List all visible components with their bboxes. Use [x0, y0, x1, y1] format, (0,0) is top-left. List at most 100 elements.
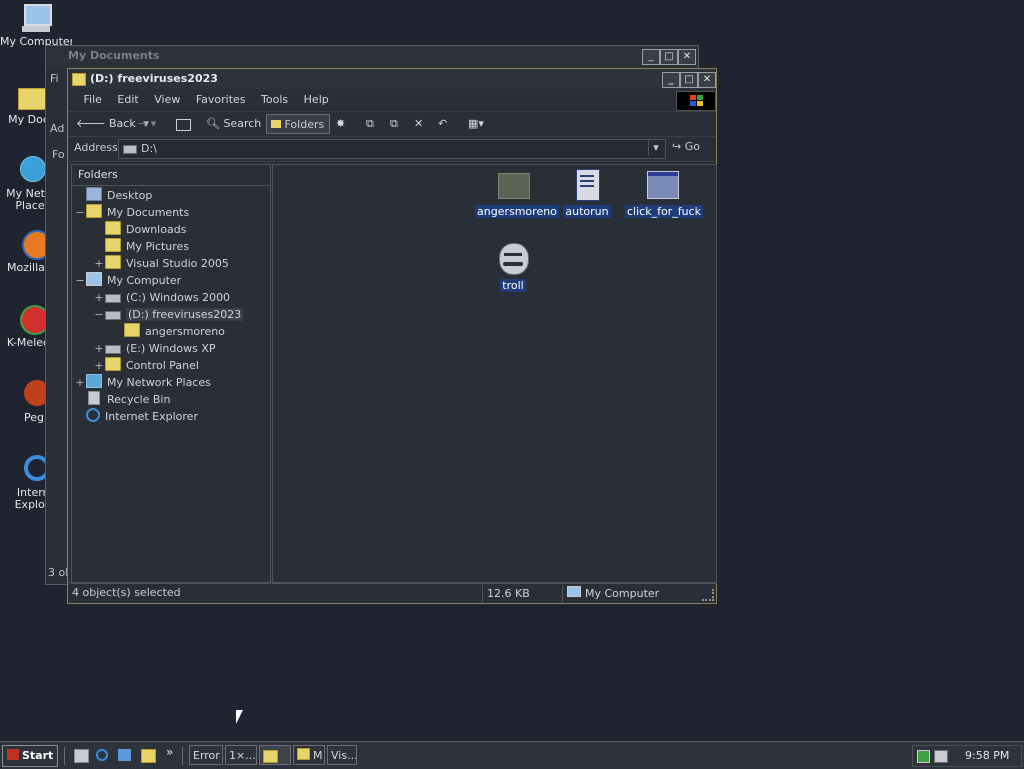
bg-close-button[interactable]: ✕: [678, 49, 696, 65]
explorer-window[interactable]: (D:) freeviruses2023 _ □ ✕ File Edit Vie…: [67, 68, 717, 604]
quicklaunch-chevron[interactable]: »: [166, 745, 173, 759]
menu-edit[interactable]: Edit: [111, 89, 144, 111]
delete-button[interactable]: ✕: [414, 114, 423, 134]
expander[interactable]: +: [93, 340, 105, 357]
menu-favorites[interactable]: Favorites: [190, 89, 252, 111]
undo-button[interactable]: ↶: [438, 114, 447, 134]
folder-icon: [105, 221, 121, 235]
history-button[interactable]: ✸: [336, 114, 345, 134]
go-button[interactable]: ↪ Go: [672, 140, 700, 153]
file-item[interactable]: angersmoreno: [475, 169, 559, 218]
files-pane[interactable]: angersmoreno autorun click_for_fuck trol…: [272, 164, 717, 584]
file-item[interactable]: autorun: [549, 169, 625, 218]
move-to-button[interactable]: ⧉: [366, 114, 374, 134]
bg-maximize-button[interactable]: □: [660, 49, 678, 65]
cd-drive-icon: [105, 311, 121, 320]
tray-network-icon[interactable]: [934, 750, 948, 763]
tree-item-visual-studio-2005[interactable]: + Visual Studio 2005: [93, 255, 229, 272]
task-window-2[interactable]: 1×...: [225, 745, 257, 765]
search-button[interactable]: 🔍︎ Search: [206, 114, 261, 134]
history-icon: ✸: [336, 117, 346, 130]
desktop-icon-my-computer[interactable]: My Computer: [0, 2, 72, 48]
explorer-window-icon: [72, 73, 86, 86]
bg-menu-fragment: Fi: [50, 72, 59, 85]
close-button[interactable]: ✕: [698, 72, 716, 88]
move-to-icon: ⧉: [366, 117, 374, 130]
menu-tools[interactable]: Tools: [255, 89, 294, 111]
views-button[interactable]: ▦▾: [468, 114, 484, 134]
resize-grip[interactable]: [702, 589, 714, 601]
task-visual-studio[interactable]: Vis...: [327, 745, 357, 765]
quicklaunch-explorer-icon[interactable]: [141, 749, 156, 763]
computer-icon: [20, 2, 52, 34]
tree-item-control-panel[interactable]: + Control Panel: [93, 357, 199, 374]
file-item[interactable]: click_for_fuck: [625, 169, 703, 218]
maximize-button[interactable]: □: [680, 72, 698, 88]
folder-icon: [16, 80, 48, 112]
computer-icon: [567, 586, 581, 597]
tree-item-desktop[interactable]: Desktop: [74, 187, 152, 204]
troll-face-icon: [497, 243, 529, 275]
tree-item-internet-explorer[interactable]: Internet Explorer: [74, 408, 198, 425]
quicklaunch-show-desktop-icon[interactable]: [74, 749, 89, 763]
clock[interactable]: 9:58 PM: [965, 746, 1009, 766]
menu-file[interactable]: File: [78, 89, 108, 111]
menu-help[interactable]: Help: [298, 89, 335, 111]
expander[interactable]: +: [93, 255, 105, 272]
my-documents-title: My Documents: [46, 46, 698, 66]
bg-minimize-button[interactable]: _: [642, 49, 660, 65]
status-size: 12.6 KB: [482, 585, 559, 602]
drive-icon: [123, 145, 137, 154]
expander[interactable]: −: [74, 204, 86, 221]
task-error[interactable]: Error: [189, 745, 223, 765]
folders-button[interactable]: Folders: [266, 114, 330, 134]
tree-item-d-drive[interactable]: − (D:) freeviruses2023: [93, 306, 244, 323]
tree-item-my-documents[interactable]: − My Documents: [74, 204, 189, 221]
views-grid-icon: ▦▾: [468, 117, 484, 130]
address-input[interactable]: D:\: [118, 139, 666, 159]
expander[interactable]: +: [93, 289, 105, 306]
start-button[interactable]: Start: [2, 745, 58, 767]
quicklaunch-outlook-icon[interactable]: [118, 749, 131, 761]
file-item[interactable]: troll: [475, 243, 551, 292]
taskbar: Start » Error 1×... M Vis... 9:58 PM: [0, 741, 1024, 769]
drive-icon: [105, 345, 121, 354]
tree-item-angersmoreno[interactable]: angersmoreno: [112, 323, 225, 340]
tree-item-my-computer[interactable]: − My Computer: [74, 272, 181, 289]
window-title: (D:) freeviruses2023: [90, 72, 218, 85]
quicklaunch-internet-explorer-icon[interactable]: [96, 749, 108, 761]
tree-item-e-drive[interactable]: + (E:) Windows XP: [93, 340, 215, 357]
title-bar[interactable]: (D:) freeviruses2023 _ □ ✕: [68, 69, 716, 89]
copy-to-button[interactable]: ⧉: [390, 114, 398, 134]
folders-pane[interactable]: Folders Desktop − My Documents Downloads …: [71, 164, 271, 584]
internet-explorer-icon: [86, 408, 100, 422]
expander[interactable]: +: [74, 374, 86, 391]
tray-app-icon[interactable]: [917, 750, 930, 763]
forward-button[interactable]: → ▾: [138, 114, 156, 134]
address-dropdown-button[interactable]: ▾: [648, 140, 663, 156]
tree-item-recycle-bin[interactable]: Recycle Bin: [74, 391, 170, 408]
task-my-documents[interactable]: M: [293, 745, 325, 765]
minimize-button[interactable]: _: [662, 72, 680, 88]
address-label: Address: [74, 141, 118, 154]
bg-address-fragment: Ad: [50, 122, 65, 135]
tree-item-my-network-places[interactable]: + My Network Places: [74, 374, 211, 391]
up-folder-button[interactable]: [176, 114, 191, 134]
folders-icon: [271, 120, 281, 128]
back-arrow-icon: 🡐: [76, 117, 106, 130]
task-explorer-active[interactable]: [259, 745, 291, 765]
tree-item-downloads[interactable]: Downloads: [93, 221, 186, 238]
menu-view[interactable]: View: [148, 89, 186, 111]
expander[interactable]: −: [93, 306, 105, 323]
folder-icon: [105, 255, 121, 269]
folders-pane-header: Folders: [72, 165, 270, 186]
desktop-icon: [86, 187, 102, 201]
expander[interactable]: +: [93, 357, 105, 374]
computer-icon: [86, 272, 102, 286]
tree-item-my-pictures[interactable]: My Pictures: [93, 238, 189, 255]
tree-item-c-drive[interactable]: + (C:) Windows 2000: [93, 289, 230, 306]
delete-icon: ✕: [414, 117, 424, 130]
folder-icon: [86, 204, 102, 218]
expander[interactable]: −: [74, 272, 86, 289]
address-bar: Address D:\ ▾ ↪ Go: [68, 137, 716, 162]
